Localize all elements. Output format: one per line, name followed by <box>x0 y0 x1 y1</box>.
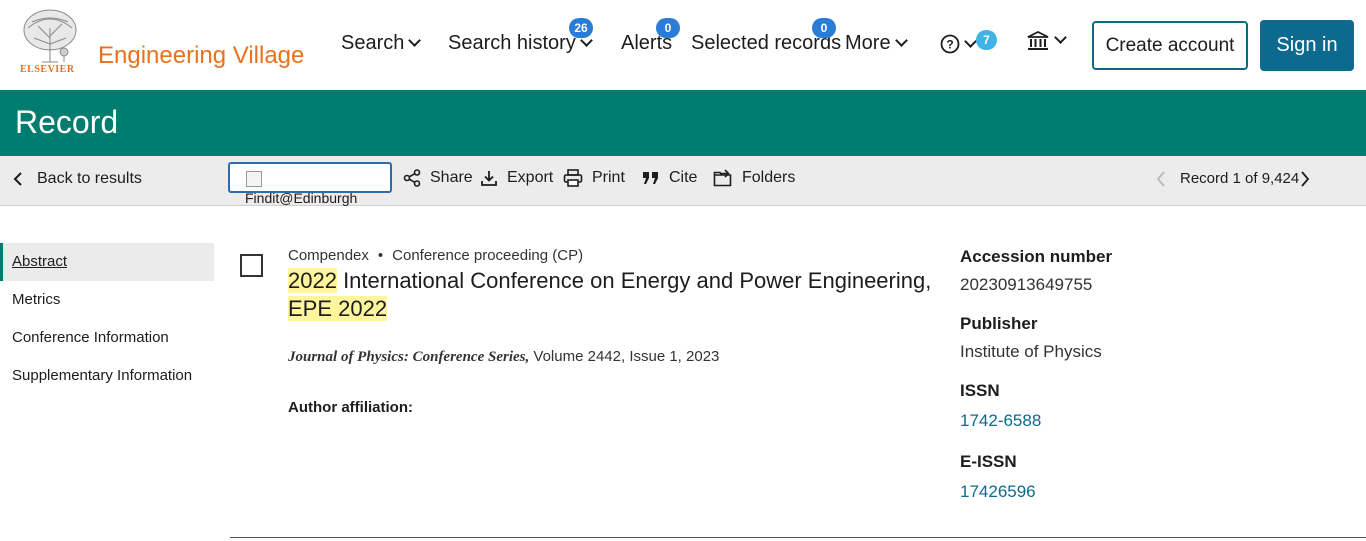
chevron-down-icon <box>1054 30 1067 44</box>
nav-search-label: Search <box>341 32 405 54</box>
nav-search[interactable]: Search <box>341 32 422 55</box>
chevron-left-icon <box>13 172 22 186</box>
bullet-separator: • <box>377 247 384 264</box>
accession-number-label: Accession number <box>960 247 1113 266</box>
accession-number-value: 20230913649755 <box>960 275 1093 294</box>
eissn-link[interactable]: 17426596 <box>960 482 1036 502</box>
issn-link[interactable]: 1742-6588 <box>960 411 1041 431</box>
record-banner: Record <box>0 90 1366 156</box>
nav-help[interactable]: ? <box>940 34 977 54</box>
printer-icon <box>563 169 583 187</box>
author-affiliation-label: Author affiliation: <box>288 399 413 416</box>
cite-button[interactable]: Cite <box>642 169 697 187</box>
search-history-count-badge: 26 <box>569 18 593 38</box>
share-label: Share <box>430 169 473 186</box>
broken-image-icon <box>246 171 262 187</box>
sidebar-item-conference-information[interactable]: Conference Information <box>0 319 214 357</box>
issn-label: ISSN <box>960 381 1000 400</box>
folders-label: Folders <box>742 169 796 186</box>
elsevier-wordmark: ELSEVIER <box>20 64 75 75</box>
selected-records-count-badge: 0 <box>812 18 836 38</box>
chevron-down-icon <box>894 34 908 47</box>
svg-text:?: ? <box>946 38 953 52</box>
findit-label: Findit@Edinburgh <box>245 190 358 206</box>
print-label: Print <box>592 169 625 186</box>
alerts-count-badge: 0 <box>656 18 680 38</box>
nav-search-history-label: Search history <box>448 32 576 54</box>
record-position: Record 1 of 9,424 <box>1180 170 1300 187</box>
eissn-label: E-ISSN <box>960 452 1017 471</box>
chevron-down-icon <box>408 34 422 47</box>
document-type: Conference proceeding (CP) <box>392 247 584 264</box>
page-title: Record <box>15 104 119 140</box>
sidebar-item-metrics[interactable]: Metrics <box>0 281 214 319</box>
record-toolbar: Back to results Share Export Print Cite … <box>0 156 1366 206</box>
download-icon <box>481 171 497 186</box>
next-record-button[interactable] <box>1300 171 1310 191</box>
record-title: 2022 International Conference on Energy … <box>288 267 938 323</box>
cite-label: Cite <box>669 169 698 186</box>
nav-search-history[interactable]: Search history <box>448 32 593 55</box>
help-count-badge: 7 <box>976 30 997 50</box>
nav-institution[interactable] <box>1026 30 1067 52</box>
findit-button[interactable] <box>228 162 392 193</box>
database-name: Compendex <box>288 247 369 264</box>
sidebar-item-abstract[interactable]: Abstract <box>0 243 214 281</box>
title-acronym: EPE 2022 <box>288 296 388 321</box>
title-year: 2022 <box>288 268 337 293</box>
quote-icon <box>643 172 658 184</box>
chevron-down-icon <box>964 34 977 48</box>
nav-more[interactable]: More <box>845 32 908 55</box>
previous-record-button[interactable] <box>1156 171 1166 191</box>
journal-name: Journal of Physics: Conference Series, <box>288 349 530 365</box>
back-to-results-link[interactable]: Back to results <box>12 170 142 188</box>
publisher-label: Publisher <box>960 314 1038 333</box>
create-account-button[interactable]: Create account <box>1092 21 1248 70</box>
select-record-checkbox[interactable] <box>240 254 263 277</box>
export-button[interactable]: Export <box>480 169 553 187</box>
sign-in-button[interactable]: Sign in <box>1260 20 1354 71</box>
source-info: Journal of Physics: Conference Series, V… <box>288 348 719 366</box>
sidebar-item-supplementary-information[interactable]: Supplementary Information <box>0 357 214 395</box>
export-label: Export <box>507 169 554 186</box>
publisher-value: Institute of Physics <box>960 342 1102 361</box>
nav-more-label: More <box>845 32 891 54</box>
record-meta: Compendex • Conference proceeding (CP) <box>288 247 583 264</box>
volume-issue: Volume 2442, Issue 1, 2023 <box>529 348 720 365</box>
folders-button[interactable]: Folders <box>713 169 795 187</box>
help-icon: ? <box>940 34 960 54</box>
share-button[interactable]: Share <box>403 169 473 187</box>
title-text: International Conference on Energy and P… <box>336 268 932 293</box>
print-button[interactable]: Print <box>563 169 625 187</box>
institution-icon <box>1027 30 1049 50</box>
share-icon <box>403 169 421 187</box>
brand-name[interactable]: Engineering Village <box>98 42 304 70</box>
back-to-results-label: Back to results <box>37 170 142 187</box>
top-header: ELSEVIER Engineering Village Search Sear… <box>0 0 1366 90</box>
folder-add-icon <box>713 169 732 187</box>
chevron-right-icon <box>1301 171 1310 187</box>
section-divider <box>230 537 1366 538</box>
chevron-left-icon <box>1156 171 1165 187</box>
